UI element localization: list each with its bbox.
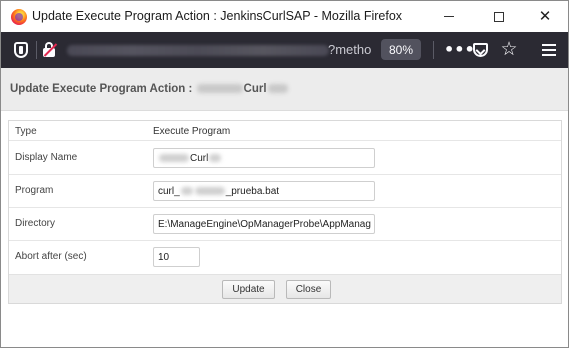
toolbar-separator (433, 41, 434, 59)
title-bar: Update Execute Program Action : JenkinsC… (1, 1, 568, 32)
action-form: Type Execute Program Display Name Curl P… (8, 120, 562, 304)
url-text[interactable]: ?metho (328, 42, 371, 57)
shield-icon[interactable] (14, 42, 28, 58)
directory-label: Directory (15, 218, 56, 229)
form-row-display-name: Display Name Curl (9, 141, 561, 175)
url-bar: ?metho 80% ••• ☆ (1, 32, 568, 68)
display-name-value: Curl (190, 153, 209, 164)
maximize-button[interactable] (476, 1, 522, 32)
firefox-logo-icon (11, 9, 27, 25)
window-title: Update Execute Program Action : JenkinsC… (32, 9, 403, 23)
redacted-text (159, 154, 189, 163)
page-title-suffix: Curl (243, 83, 267, 95)
page-title: Update Execute Program Action : Curl (10, 83, 289, 95)
maximize-icon (494, 11, 504, 22)
redacted-text (196, 84, 243, 94)
program-value-start: curl_ (158, 186, 180, 197)
zoom-level-badge[interactable]: 80% (381, 39, 421, 60)
program-label: Program (15, 185, 54, 196)
redacted-url[interactable] (67, 45, 329, 56)
abort-after-input[interactable]: 10 (153, 247, 200, 267)
page-header: Update Execute Program Action : Curl (1, 68, 568, 111)
close-icon: ✕ (538, 7, 552, 25)
button-bar: Update Close (9, 274, 561, 303)
redacted-text (209, 154, 222, 163)
redacted-text (194, 187, 225, 196)
form-row-abort-after: Abort after (sec) 10 (9, 241, 561, 274)
form-row-program: Program curl_ _prueba.bat (9, 175, 561, 208)
page-content: Update Execute Program Action : Curl Typ… (1, 68, 568, 347)
program-value-end: _prueba.bat (225, 186, 280, 197)
url-separator (36, 41, 37, 59)
display-name-input[interactable]: Curl (153, 148, 375, 168)
more-actions-icon[interactable]: ••• (444, 41, 475, 59)
type-value: Execute Program (153, 126, 231, 137)
bookmark-star-icon[interactable]: ☆ (499, 39, 519, 59)
program-input[interactable]: curl_ _prueba.bat (153, 181, 375, 201)
hamburger-menu-icon[interactable] (542, 44, 556, 56)
display-name-label: Display Name (15, 152, 78, 163)
page-title-prefix: Update Execute Program Action : (10, 83, 193, 95)
browser-window: Update Execute Program Action : JenkinsC… (0, 0, 569, 348)
update-button[interactable]: Update (222, 280, 275, 299)
abort-after-label: Abort after (sec) (15, 251, 87, 262)
close-button[interactable]: Close (286, 280, 331, 299)
insecure-lock-icon[interactable] (43, 42, 58, 58)
redacted-text (180, 187, 193, 196)
redacted-text (267, 84, 288, 94)
close-window-button[interactable]: ✕ (522, 1, 568, 32)
directory-input[interactable]: E:\ManageEngine\OpManagerProbe\AppManag (153, 214, 375, 234)
minimize-button[interactable] (426, 1, 472, 32)
pocket-icon[interactable] (473, 43, 488, 57)
form-row-type: Type Execute Program (9, 121, 561, 141)
type-label: Type (15, 126, 37, 137)
form-row-directory: Directory E:\ManageEngine\OpManagerProbe… (9, 208, 561, 241)
minimize-icon (444, 16, 454, 17)
